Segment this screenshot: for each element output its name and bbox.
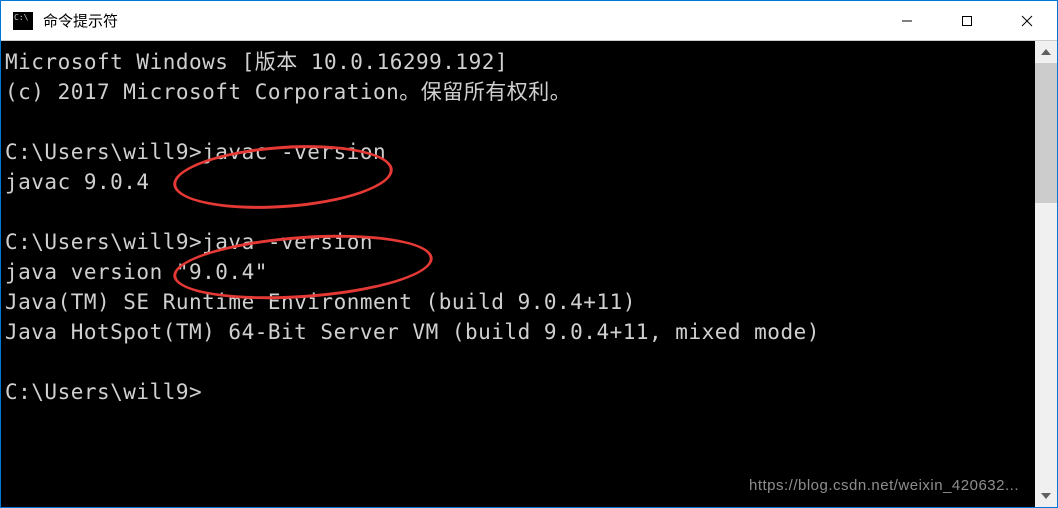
scroll-up-button[interactable] (1035, 41, 1057, 63)
window-title: 命令提示符 (43, 10, 877, 31)
terminal-line: C:\Users\will9> (5, 380, 202, 404)
terminal-output[interactable]: Microsoft Windows [版本 10.0.16299.192] (c… (1, 41, 1035, 507)
watermark-text: https://blog.csdn.net/weixin_420632... (749, 471, 1019, 501)
terminal-line: Java HotSpot(TM) 64-Bit Server VM (build… (5, 320, 820, 344)
vertical-scrollbar[interactable] (1035, 41, 1057, 507)
terminal-container: Microsoft Windows [版本 10.0.16299.192] (c… (1, 41, 1057, 507)
maximize-icon (961, 15, 973, 27)
scroll-track[interactable] (1035, 63, 1057, 485)
terminal-line: Microsoft Windows [版本 10.0.16299.192] (5, 50, 508, 74)
maximize-button[interactable] (937, 1, 997, 40)
terminal-line: (c) 2017 Microsoft Corporation。保留所有权利。 (5, 80, 571, 104)
terminal-line: C:\Users\will9>java -version (5, 230, 373, 254)
command-prompt-window: 命令提示符 Microsoft Windows [版本 10.0.16299.1… (0, 0, 1058, 508)
window-controls (877, 1, 1057, 40)
close-button[interactable] (997, 1, 1057, 40)
minimize-button[interactable] (877, 1, 937, 40)
chevron-down-icon (1041, 493, 1051, 499)
terminal-line: C:\Users\will9>javac -version (5, 140, 386, 164)
titlebar[interactable]: 命令提示符 (1, 1, 1057, 41)
close-icon (1021, 15, 1033, 27)
terminal-line: java version "9.0.4" (5, 260, 268, 284)
scroll-thumb[interactable] (1035, 63, 1057, 203)
terminal-line: javac 9.0.4 (5, 170, 150, 194)
scroll-down-button[interactable] (1035, 485, 1057, 507)
chevron-up-icon (1041, 49, 1051, 55)
minimize-icon (901, 15, 913, 27)
terminal-line: Java(TM) SE Runtime Environment (build 9… (5, 290, 636, 314)
cmd-icon (13, 12, 33, 30)
